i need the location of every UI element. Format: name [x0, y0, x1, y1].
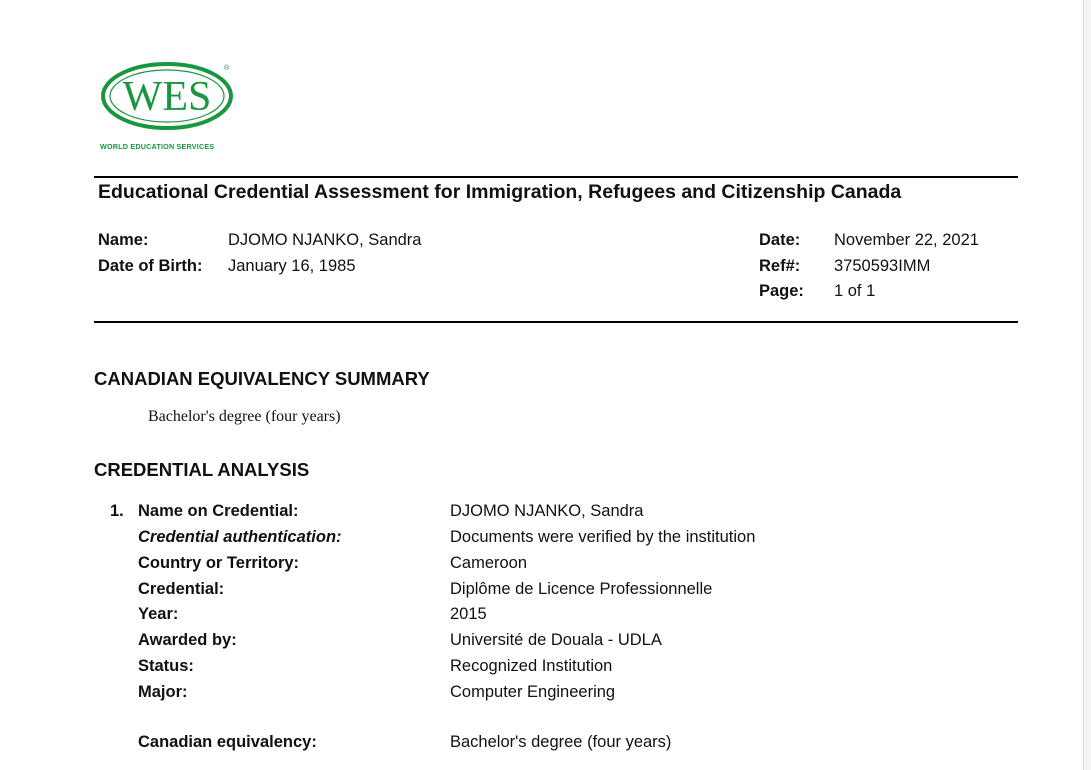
top-divider [94, 176, 1018, 178]
credential-row: Status: Recognized Institution [0, 657, 1084, 681]
credential-row: Awarded by: Université de Douala - UDLA [0, 631, 1084, 655]
field-value: Computer Engineering [450, 683, 616, 701]
logo-subtitle: WORLD EDUCATION SERVICES [100, 142, 215, 151]
date-value: November 22, 2021 [834, 231, 979, 249]
credential-row: Credential: Diplôme de Licence Professio… [0, 580, 1084, 604]
credential-row: Year: 2015 [0, 605, 1084, 629]
wes-logo: WES ® WORLD EDUCATION SERVICES [100, 58, 240, 158]
field-value: Bachelor's degree (four years) [450, 733, 672, 751]
dob-label: Date of Birth: [98, 257, 203, 275]
page-label: Page: [759, 282, 804, 300]
field-label: Awarded by: [138, 631, 237, 649]
credential-row: Country or Territory: Cameroon [0, 554, 1084, 578]
credential-row: Canadian equivalency: Bachelor's degree … [0, 733, 1084, 757]
field-label: Country or Territory: [138, 554, 300, 572]
dob-value: January 16, 1985 [228, 257, 356, 275]
field-value: 2015 [450, 605, 487, 623]
credential-row: 1. Name on Credential: DJOMO NJANKO, San… [0, 502, 1084, 526]
summary-text: Bachelor's degree (four years) [148, 408, 341, 425]
field-label: Major: [138, 683, 188, 701]
document-title: Educational Credential Assessment for Im… [98, 181, 902, 203]
field-label: Credential authentication: [138, 528, 342, 546]
field-label: Canadian equivalency: [138, 733, 317, 751]
name-label: Name: [98, 231, 149, 249]
field-label: Name on Credential: [138, 502, 299, 520]
date-label: Date: [759, 231, 801, 249]
field-label: Status: [138, 657, 194, 675]
field-value: Université de Douala - UDLA [450, 631, 662, 649]
item-number: 1. [110, 502, 124, 520]
wes-logo-emblem: WES ® [101, 62, 233, 130]
header-divider [94, 321, 1018, 323]
registered-mark: ® [224, 64, 230, 72]
credential-row: Credential authentication: Documents wer… [0, 528, 1084, 552]
field-label: Credential: [138, 580, 225, 598]
analysis-heading: CREDENTIAL ANALYSIS [94, 459, 310, 480]
field-value: Recognized Institution [450, 657, 613, 675]
field-label: Year: [138, 605, 179, 623]
summary-heading: CANADIAN EQUIVALENCY SUMMARY [94, 368, 430, 389]
ref-value: 3750593IMM [834, 257, 931, 275]
field-value: Cameroon [450, 554, 528, 572]
document-page: WES ® WORLD EDUCATION SERVICES Education… [0, 0, 1084, 770]
field-value: DJOMO NJANKO, Sandra [450, 502, 644, 520]
ref-label: Ref#: [759, 257, 801, 275]
credential-row: Major: Computer Engineering [0, 683, 1084, 707]
page-value: 1 of 1 [834, 282, 876, 300]
viewer-scrollbar[interactable] [1083, 0, 1091, 770]
name-value: DJOMO NJANKO, Sandra [228, 231, 422, 249]
logo-wordmark: WES [123, 74, 212, 120]
field-value: Documents were verified by the instituti… [450, 528, 756, 546]
field-value: Diplôme de Licence Professionnelle [450, 580, 713, 598]
